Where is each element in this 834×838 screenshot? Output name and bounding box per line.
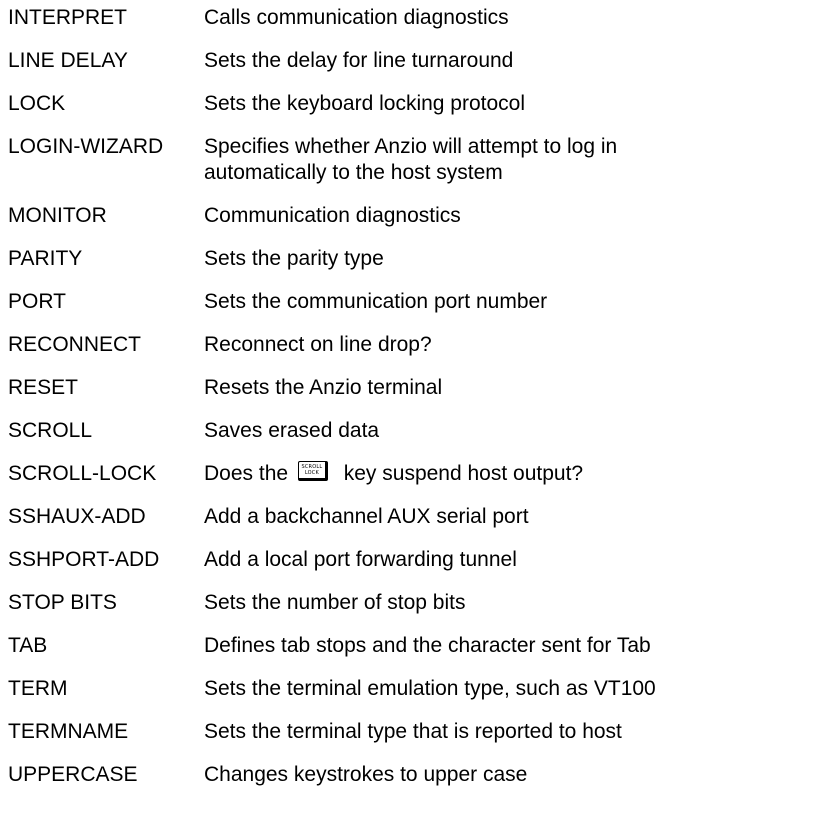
table-row: STOP BITS Sets the number of stop bits [8,585,828,628]
table-row: PORT Sets the communication port number [8,284,828,327]
table-row: SCROLL-LOCK Does the SCROLL LOCK key sus… [8,456,828,499]
command-name: RESET [8,376,79,399]
table-row: SSHAUX-ADD Add a backchannel AUX serial … [8,499,828,542]
command-name: TERM [8,677,68,700]
command-description: Communication diagnostics [204,204,461,227]
command-description: Sets the number of stop bits [204,591,466,614]
description-line-2: automatically to the host system [204,161,503,184]
description-text-before-key: Does the [204,462,289,485]
description-text-after-key: key suspend host output? [343,462,584,485]
table-row: LOCK Sets the keyboard locking protocol [8,86,828,129]
command-name: RECONNECT [8,333,142,356]
command-description: Sets the delay for line turnaround [204,49,514,72]
command-description: Resets the Anzio terminal [204,376,443,399]
command-description: Add a backchannel AUX serial port [204,505,529,528]
command-name: LOGIN-WIZARD [8,135,164,158]
command-table: INTERPRET Calls communication diagnostic… [8,0,828,800]
command-description: Changes keystrokes to upper case [204,763,528,786]
command-name: LINE DELAY [8,49,128,72]
command-description: Sets the parity type [204,247,384,270]
command-name: TAB [8,634,48,657]
command-name: SCROLL [8,419,93,442]
command-description: Defines tab stops and the character sent… [204,634,651,657]
command-name: PORT [8,290,66,313]
command-name: UPPERCASE [8,763,138,786]
command-name: STOP BITS [8,591,117,614]
table-row: TAB Defines tab stops and the character … [8,628,828,671]
command-description: Sets the terminal emulation type, such a… [204,677,656,700]
command-name: SSHAUX-ADD [8,505,146,528]
table-row: PARITY Sets the parity type [8,241,828,284]
command-name: PARITY [8,247,83,270]
command-description: Does the SCROLL LOCK key suspend host ou… [204,461,828,487]
table-row: RECONNECT Reconnect on line drop? [8,327,828,370]
command-name: MONITOR [8,204,107,227]
table-row: INTERPRET Calls communication diagnostic… [8,0,828,43]
command-description: Calls communication diagnostics [204,6,509,29]
command-description: Saves erased data [204,419,380,442]
command-description: Add a local port forwarding tunnel [204,548,517,571]
command-description: Sets the terminal type that is reported … [204,720,622,743]
table-row: SCROLL Saves erased data [8,413,828,456]
command-name: SCROLL-LOCK [8,462,157,485]
command-description: Reconnect on line drop? [204,333,432,356]
description-line-1: Specifies whether Anzio will attempt to … [204,135,618,158]
key-label-bottom: LOCK [304,470,319,477]
table-row: MONITOR Communication diagnostics [8,198,828,241]
table-row: LINE DELAY Sets the delay for line turna… [8,43,828,86]
scroll-lock-key-icon: SCROLL LOCK [297,461,328,482]
command-name: TERMNAME [8,720,129,743]
command-name: INTERPRET [8,6,128,29]
command-description: Specifies whether Anzio will attempt to … [204,134,828,186]
table-row: RESET Resets the Anzio terminal [8,370,828,413]
table-row: TERM Sets the terminal emulation type, s… [8,671,828,714]
table-row: UPPERCASE Changes keystrokes to upper ca… [8,757,828,800]
command-name: SSHPORT-ADD [8,548,160,571]
command-name: LOCK [8,92,66,115]
table-row: LOGIN-WIZARD Specifies whether Anzio wil… [8,129,828,198]
command-description: Sets the keyboard locking protocol [204,92,526,115]
table-row: TERMNAME Sets the terminal type that is … [8,714,828,757]
table-row: SSHPORT-ADD Add a local port forwarding … [8,542,828,585]
command-description: Sets the communication port number [204,290,548,313]
